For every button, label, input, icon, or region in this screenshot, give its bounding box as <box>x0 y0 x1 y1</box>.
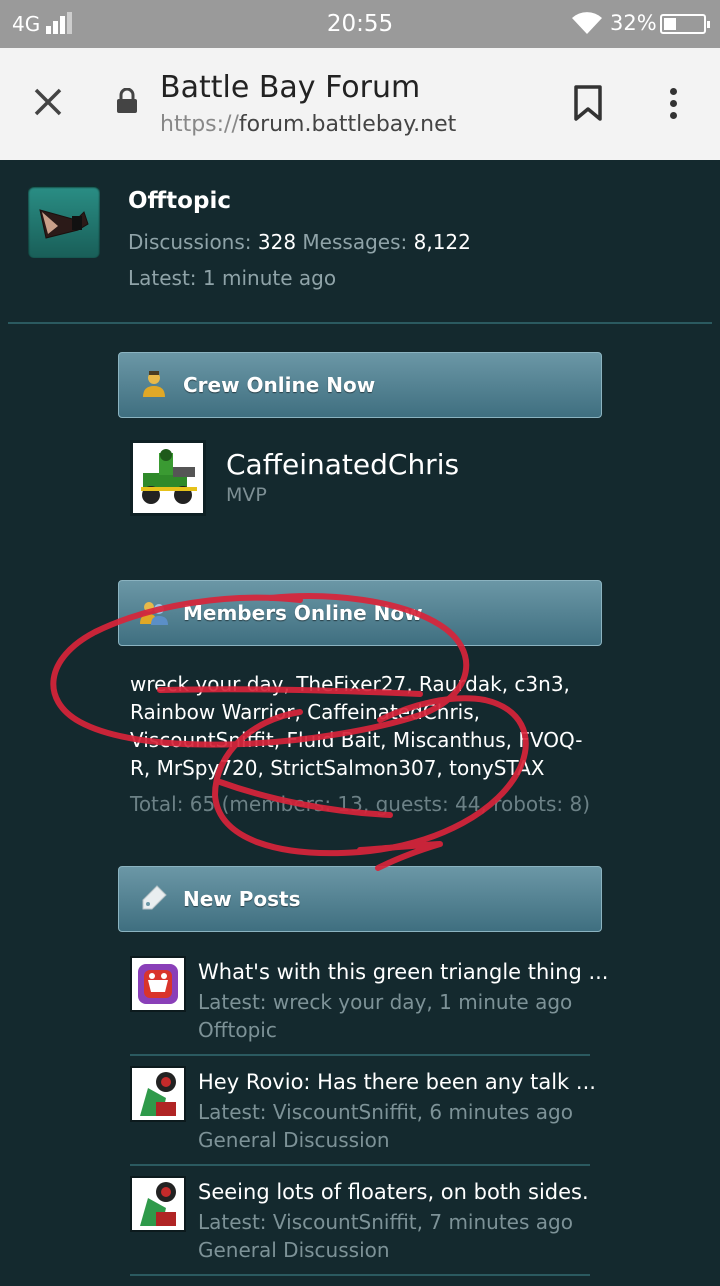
forum-stats: Discussions: 328 Messages: 8,122 <box>128 230 471 254</box>
battery-icon <box>660 14 710 34</box>
avatar[interactable] <box>130 1176 186 1232</box>
discussions-count: 328 <box>257 230 297 254</box>
forum-latest: Latest: 1 minute ago <box>128 266 337 290</box>
members-online-total: Total: 65 (members: 13, guests: 44, robo… <box>130 792 591 816</box>
url-text[interactable]: https://forum.battlebay.net <box>160 112 456 137</box>
post-latest: Latest: wreck your day, 1 minute ago <box>198 990 573 1014</box>
messages-count: 8,122 <box>413 230 471 254</box>
divider <box>130 1054 590 1056</box>
list-item[interactable]: Hey Rovio: Has there been any talk ... L… <box>130 1066 596 1176</box>
avatar[interactable] <box>130 440 206 516</box>
crew-member-rank: MVP <box>226 484 267 506</box>
battery-percent: 32% <box>610 11 657 35</box>
forum-icon[interactable] <box>28 186 100 258</box>
overflow-menu-icon[interactable] <box>664 84 684 124</box>
post-title[interactable]: Seeing lots of floaters, on both sides. <box>198 1180 589 1204</box>
url-scheme: https:// <box>160 112 239 137</box>
crew-member-name[interactable]: CaffeinatedChris <box>226 448 459 481</box>
tag-icon <box>142 885 167 910</box>
url-host: forum.battlebay.net <box>238 112 457 137</box>
page-title: Battle Bay Forum <box>160 70 421 105</box>
avatar[interactable] <box>130 956 186 1012</box>
post-title[interactable]: Hey Rovio: Has there been any talk ... <box>198 1070 596 1094</box>
divider <box>130 1274 590 1276</box>
forum-title[interactable]: Offtopic <box>128 188 231 214</box>
divider <box>8 322 712 324</box>
browser-toolbar: Battle Bay Forum https://forum.battlebay… <box>0 48 720 160</box>
new-posts-header: New Posts <box>118 866 602 932</box>
crew-icon <box>143 371 165 397</box>
new-posts-title: New Posts <box>183 887 301 911</box>
messages-label: Messages: <box>302 230 408 254</box>
post-forum[interactable]: Offtopic <box>198 1018 277 1042</box>
post-forum[interactable]: General Discussion <box>198 1128 390 1152</box>
post-title[interactable]: What's with this green triangle thing ..… <box>198 960 608 984</box>
close-icon[interactable] <box>30 84 66 120</box>
list-item[interactable]: Seeing lots of floaters, on both sides. … <box>130 1176 590 1286</box>
battery-level <box>664 18 676 30</box>
crew-online-title: Crew Online Now <box>183 373 376 397</box>
list-item[interactable]: What's with this green triangle thing ..… <box>130 956 608 1066</box>
members-online-header: Members Online Now <box>118 580 602 646</box>
post-forum[interactable]: General Discussion <box>198 1238 390 1262</box>
avatar[interactable] <box>130 1066 186 1122</box>
crew-online-header: Crew Online Now <box>118 352 602 418</box>
wifi-icon <box>572 12 602 34</box>
post-latest: Latest: ViscountSniffit, 6 minutes ago <box>198 1100 573 1124</box>
members-icon <box>140 602 168 625</box>
members-online-list[interactable]: wreck your day, TheFixer27, Raurdak, c3n… <box>130 670 600 782</box>
bookmark-icon[interactable] <box>572 84 604 122</box>
post-latest: Latest: ViscountSniffit, 7 minutes ago <box>198 1210 573 1234</box>
members-online-title: Members Online Now <box>183 601 423 625</box>
lock-icon <box>117 88 137 113</box>
status-bar: 4G 20:55 32% <box>0 0 720 48</box>
discussions-label: Discussions: <box>128 230 252 254</box>
divider <box>130 1164 590 1166</box>
